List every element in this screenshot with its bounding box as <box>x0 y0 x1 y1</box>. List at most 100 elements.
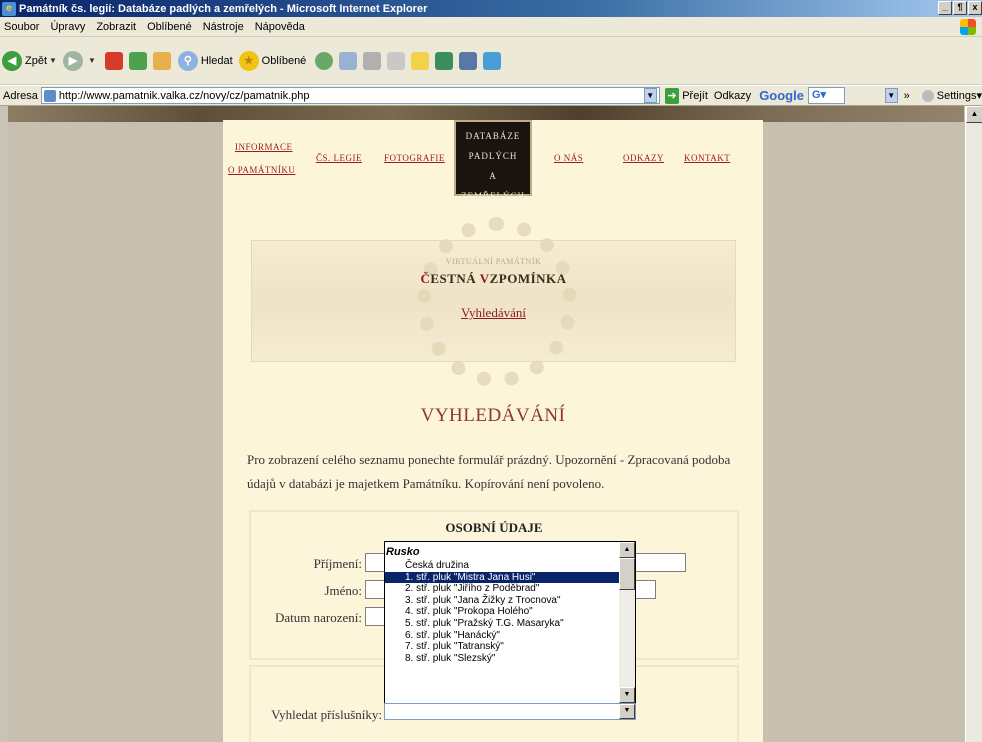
unit-options: Rusko Česká družina 1. stř. pluk "Mistra… <box>385 542 619 703</box>
home-icon[interactable] <box>152 51 171 70</box>
birth-date-input[interactable] <box>365 607 385 626</box>
list-item[interactable]: 3. stř. pluk "Jana Žižky z Trocnova" <box>385 595 619 607</box>
google-logo: Google <box>759 88 804 103</box>
chevron-down-icon[interactable]: ▼ <box>49 56 57 65</box>
birth-date-label: Datum narození: <box>275 610 362 625</box>
scroll-down-icon[interactable]: ▼ <box>619 687 635 703</box>
address-input[interactable]: http://www.pamatnik.valka.cz/novy/cz/pam… <box>40 87 660 104</box>
research-icon[interactable] <box>459 51 478 70</box>
name-label: Jméno: <box>324 583 362 598</box>
memorial-title-part1: ESTNÁ <box>430 271 480 286</box>
nav-o-nas[interactable]: O NÁS <box>554 153 583 163</box>
back-button[interactable]: ◀ Zpět ▼ <box>2 50 57 71</box>
maximize-button[interactable]: ¶ <box>953 1 967 15</box>
back-label: Zpět <box>25 54 48 67</box>
nav-cs-legie[interactable]: ČS. LEGIE <box>316 153 362 163</box>
page-heading: VYHLEDÁVÁNÍ <box>420 405 566 426</box>
edit-icon[interactable] <box>387 51 406 70</box>
list-item-selected[interactable]: 1. stř. pluk "Mistra Jana Husi" <box>385 571 619 584</box>
favorites-label: Oblíbené <box>261 54 307 67</box>
intro-text: Pro zobrazení celého seznamu ponechte fo… <box>247 452 731 491</box>
members-select[interactable]: ▼ <box>384 703 636 720</box>
google-dropdown-button[interactable]: ▼ <box>884 88 898 103</box>
nav-fotografie[interactable]: FOTOGRAFIE <box>384 153 445 163</box>
nav-informace[interactable]: INFORMACE <box>235 142 293 152</box>
forward-button[interactable]: ▶ ▼ <box>62 50 96 71</box>
menu-zobrazit[interactable]: Zobrazit <box>96 21 136 33</box>
star-icon: ★ <box>238 50 259 71</box>
go-button[interactable]: Přejít <box>682 90 708 102</box>
scroll-up-icon[interactable]: ▲ <box>619 542 635 558</box>
option-group-rusko: Rusko <box>386 546 420 558</box>
window-title-bar: e Památník čs. legií: Databáze padlých a… <box>0 0 982 17</box>
toolbar: ◀ Zpět ▼ ▶ ▼ ⚲ Hledat ★ Oblíbené <box>0 37 982 85</box>
list-item[interactable]: 6. stř. pluk "Hanácký" <box>385 630 619 642</box>
address-dropdown-button[interactable]: ▼ <box>643 88 657 103</box>
memorial-banner: VIRTUÁLNÍ PAMÁTNÍK ČESTNÁ VZPOMÍNKA Vyhl… <box>251 217 736 387</box>
folder-icon[interactable] <box>411 51 430 70</box>
windows-logo-icon <box>960 19 976 35</box>
right-background <box>763 106 964 742</box>
list-item[interactable]: 2. stř. pluk "Jiřího z Poděbrad" <box>385 583 619 595</box>
scroll-thumb[interactable] <box>619 558 635 590</box>
scroll-up-icon[interactable]: ▲ <box>966 106 982 123</box>
nav-databaze-line2: PADLÝCH <box>468 151 518 161</box>
menu-oblibene[interactable]: Oblíbené <box>147 21 192 33</box>
minimize-button[interactable]: _ <box>938 1 952 15</box>
name-input-tail[interactable] <box>634 580 656 599</box>
search-button[interactable]: ⚲ Hledat <box>177 50 233 71</box>
stop-icon[interactable] <box>104 51 123 70</box>
nav-databaze-active[interactable]: DATABÁZE PADLÝCH A ZEMŘELÝCH <box>454 120 532 201</box>
history-icon[interactable] <box>315 51 334 70</box>
nav-o-pamatniku[interactable]: O PAMÁTNÍKU <box>228 165 295 175</box>
go-arrow-icon[interactable]: ➔ <box>664 87 680 104</box>
memorial-subtitle: VIRTUÁLNÍ PAMÁTNÍK <box>445 257 542 266</box>
window-title: Památník čs. legií: Databáze padlých a z… <box>19 2 428 15</box>
list-item[interactable]: 8. stř. pluk "Slezský" <box>385 653 619 665</box>
page-scrollbar[interactable]: ▲ <box>965 106 982 742</box>
list-item[interactable]: 5. stř. pluk "Pražský T.G. Masaryka" <box>385 618 619 630</box>
menu-bar: Soubor Úpravy Zobrazit Oblíbené Nástroje… <box>0 17 982 37</box>
mail-icon[interactable] <box>339 51 358 70</box>
print-icon[interactable] <box>363 51 382 70</box>
list-scrollbar[interactable]: ▲ ▼ <box>619 542 635 703</box>
google-search-field[interactable]: G▾ <box>807 87 845 104</box>
chevron-down-icon[interactable]: ▼ <box>619 704 635 719</box>
nav-databaze-line3: A ZEMŘELÝCH <box>461 171 525 201</box>
address-label: Adresa <box>3 89 38 102</box>
menu-soubor[interactable]: Soubor <box>4 21 39 33</box>
list-item[interactable]: 7. stř. pluk "Tatranský" <box>385 641 619 653</box>
search-link[interactable]: Vyhledávání <box>252 305 735 321</box>
nav-databaze-line1: DATABÁZE <box>465 131 521 141</box>
unit-dropdown-list[interactable]: Rusko Česká družina 1. stř. pluk "Mistra… <box>384 541 636 704</box>
forward-arrow-icon: ▶ <box>62 50 83 71</box>
settings-icon <box>921 89 934 102</box>
close-button[interactable]: x <box>968 1 982 15</box>
menu-napoveda[interactable]: Nápověda <box>255 21 305 33</box>
laurel-wreath-icon <box>417 217 577 387</box>
memorial-title-part2: ZPOMÍNKA <box>489 271 567 286</box>
site-navigation: INFORMACE O PAMÁTNÍKU ČS. LEGIE FOTOGRAF… <box>223 120 763 201</box>
menu-nastroje[interactable]: Nástroje <box>203 21 244 33</box>
name-input[interactable] <box>365 580 385 599</box>
settings-label: Settings▾ <box>936 90 982 102</box>
ie-icon: e <box>2 1 16 16</box>
messenger-icon[interactable] <box>483 51 502 70</box>
favorites-button[interactable]: ★ Oblíbené <box>238 50 307 71</box>
settings-button[interactable]: Settings▾ <box>921 89 982 102</box>
left-background <box>8 106 223 742</box>
surname-input[interactable] <box>365 553 385 572</box>
list-item[interactable]: 4. stř. pluk "Prokopa Holého" <box>385 606 619 618</box>
chevron-down-icon[interactable]: ▼ <box>88 56 96 65</box>
more-chevron[interactable]: » <box>904 90 910 102</box>
surname-input-tail[interactable] <box>634 553 686 572</box>
address-bar: Adresa http://www.pamatnik.valka.cz/novy… <box>0 85 982 106</box>
memorial-title: ČESTNÁ VZPOMÍNKA <box>252 271 735 287</box>
links-button[interactable]: Odkazy <box>714 90 751 102</box>
nav-odkazy[interactable]: ODKAZY <box>623 153 664 163</box>
nav-kontakt[interactable]: KONTAKT <box>684 153 730 163</box>
list-item[interactable]: Česká družina <box>385 560 619 572</box>
gear-icon[interactable] <box>435 51 454 70</box>
menu-upravy[interactable]: Úpravy <box>50 21 85 33</box>
refresh-icon[interactable] <box>128 51 147 70</box>
